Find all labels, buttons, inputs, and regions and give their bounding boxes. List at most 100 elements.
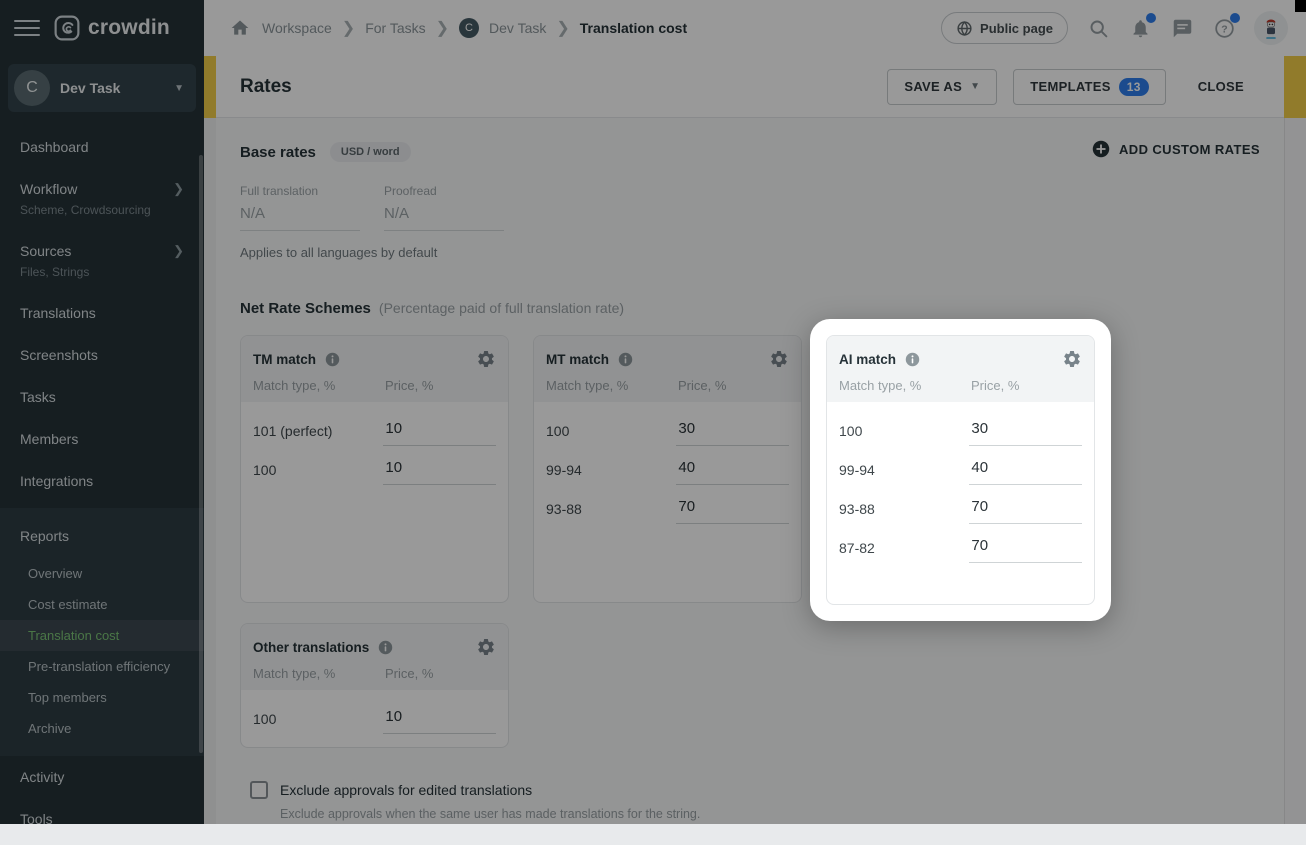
chevron-right-icon: ❯: [173, 181, 184, 197]
project-selector[interactable]: C Dev Task ▼: [8, 64, 196, 112]
sidebar-item-tasks[interactable]: Tasks: [0, 376, 204, 418]
tm-match-title: TM match: [253, 352, 316, 367]
user-avatar[interactable]: [1254, 11, 1288, 45]
checkbox-unchecked[interactable]: [250, 781, 268, 799]
price-input[interactable]: 30: [969, 416, 1082, 446]
info-icon[interactable]: [324, 351, 341, 368]
price-input[interactable]: 70: [969, 533, 1082, 563]
public-page-label: Public page: [980, 21, 1053, 36]
proofread-label: Proofread: [384, 184, 504, 198]
breadcrumb: Workspace ❯ For Tasks ❯ C Dev Task ❯ Tra…: [228, 16, 941, 40]
sidebar-item-archive[interactable]: Archive: [0, 713, 204, 744]
sidebar: crowdin C Dev Task ▼ Dashboard Workflow❯…: [0, 0, 204, 824]
price-input[interactable]: 30: [676, 416, 789, 446]
gear-icon[interactable]: [769, 349, 789, 369]
background-banner-strip: [204, 56, 216, 118]
exclude-approvals-checkbox-row[interactable]: Exclude approvals for edited translation…: [250, 781, 1260, 799]
top-bar: Workspace ❯ For Tasks ❯ C Dev Task ❯ Tra…: [204, 0, 1306, 56]
match-type-column-header: Match type, %: [253, 378, 385, 393]
price-column-header: Price, %: [385, 666, 433, 681]
crowdin-logo-text: crowdin: [88, 16, 170, 40]
notification-dot: [1146, 13, 1156, 23]
price-input[interactable]: 70: [969, 494, 1082, 524]
sidebar-item-dashboard[interactable]: Dashboard: [0, 126, 204, 168]
public-page-button[interactable]: Public page: [941, 12, 1068, 44]
tm-match-card: TM match Match type, %Price, % 101 (perf…: [240, 335, 509, 603]
full-translation-input[interactable]: N/A: [240, 205, 360, 231]
templates-count-badge: 13: [1119, 78, 1149, 96]
rate-row: 100 10: [253, 455, 496, 485]
cursor-artifact: [1295, 0, 1306, 12]
templates-button[interactable]: TEMPLATES13: [1013, 69, 1165, 105]
mt-match-title: MT match: [546, 352, 609, 367]
sidebar-item-workflow[interactable]: Workflow❯ Scheme, Crowdsourcing: [0, 168, 204, 230]
price-input[interactable]: 40: [676, 455, 789, 485]
sidebar-item-translations[interactable]: Translations: [0, 292, 204, 334]
home-icon[interactable]: [228, 16, 252, 40]
background-banner-strip: [1284, 56, 1306, 118]
rate-row: 101 (perfect) 10: [253, 416, 496, 446]
hamburger-menu-icon[interactable]: [14, 15, 40, 41]
rate-row: 100 30: [839, 416, 1082, 446]
price-input[interactable]: 10: [383, 416, 496, 446]
proofread-input[interactable]: N/A: [384, 205, 504, 231]
price-input[interactable]: 10: [383, 704, 496, 734]
globe-icon: [956, 20, 973, 37]
sidebar-item-sources[interactable]: Sources❯ Files, Strings: [0, 230, 204, 292]
price-input[interactable]: 70: [676, 494, 789, 524]
sidebar-item-translation-cost[interactable]: Translation cost: [0, 620, 204, 651]
sidebar-item-top-members[interactable]: Top members: [0, 682, 204, 713]
match-type-column-header: Match type, %: [546, 378, 678, 393]
background-page-strip: [204, 118, 216, 824]
sidebar-scrollbar[interactable]: [199, 155, 203, 753]
search-icon[interactable]: [1086, 16, 1110, 40]
sidebar-item-activity[interactable]: Activity: [0, 756, 204, 798]
page-title: Rates: [240, 76, 887, 98]
add-custom-rates-button[interactable]: ADD CUSTOM RATES: [1092, 140, 1260, 158]
price-input[interactable]: 40: [969, 455, 1082, 485]
info-icon[interactable]: [377, 639, 394, 656]
info-icon[interactable]: [904, 351, 921, 368]
chevron-right-icon: ❯: [342, 18, 355, 38]
gear-icon[interactable]: [1062, 349, 1082, 369]
crowdin-logo[interactable]: crowdin: [54, 15, 170, 41]
sidebar-item-screenshots[interactable]: Screenshots: [0, 334, 204, 376]
notifications-bell-icon[interactable]: [1128, 16, 1152, 40]
gear-icon[interactable]: [476, 349, 496, 369]
breadcrumb-dev-task[interactable]: Dev Task: [489, 20, 546, 36]
sidebar-item-cost-estimate[interactable]: Cost estimate: [0, 589, 204, 620]
other-translations-title: Other translations: [253, 640, 369, 655]
breadcrumb-translation-cost: Translation cost: [580, 20, 687, 36]
rate-row: 99-94 40: [839, 455, 1082, 485]
price-input[interactable]: 10: [383, 455, 496, 485]
net-rate-schemes-title: Net Rate Schemes: [240, 300, 371, 317]
sidebar-item-sources-subtitle: Files, Strings: [20, 265, 184, 279]
price-column-header: Price, %: [971, 378, 1019, 393]
chevron-right-icon: ❯: [173, 243, 184, 259]
net-rate-schemes-subtitle: (Percentage paid of full translation rat…: [379, 300, 624, 316]
rate-row: 93-88 70: [839, 494, 1082, 524]
help-icon[interactable]: ?: [1212, 16, 1236, 40]
sidebar-item-workflow-subtitle: Scheme, Crowdsourcing: [20, 203, 184, 217]
sidebar-item-reports[interactable]: Reports: [0, 514, 204, 558]
other-translations-card: Other translations Match type, %Price, %…: [240, 623, 509, 748]
chevron-down-icon: ▼: [174, 83, 184, 94]
match-type-column-header: Match type, %: [839, 378, 971, 393]
sidebar-item-tools[interactable]: Tools: [0, 798, 204, 824]
page-scrollbar-track[interactable]: [1284, 118, 1306, 824]
rate-row: 100 30: [546, 416, 789, 446]
gear-icon[interactable]: [476, 637, 496, 657]
info-icon[interactable]: [617, 351, 634, 368]
base-rates-note: Applies to all languages by default: [240, 245, 1260, 260]
sidebar-item-members[interactable]: Members: [0, 418, 204, 460]
save-as-button[interactable]: SAVE AS▼: [887, 69, 997, 105]
sidebar-item-integrations[interactable]: Integrations: [0, 460, 204, 502]
sidebar-item-overview[interactable]: Overview: [0, 558, 204, 589]
sidebar-item-pre-translation-efficiency[interactable]: Pre-translation efficiency: [0, 651, 204, 682]
breadcrumb-for-tasks[interactable]: For Tasks: [365, 20, 425, 36]
breadcrumb-project-avatar: C: [459, 18, 479, 38]
breadcrumb-workspace[interactable]: Workspace: [262, 20, 332, 36]
messages-icon[interactable]: [1170, 16, 1194, 40]
close-button[interactable]: CLOSE: [1182, 69, 1260, 105]
ai-match-spotlight: AI match Match type, %Price, % 100 30 99…: [810, 319, 1111, 621]
